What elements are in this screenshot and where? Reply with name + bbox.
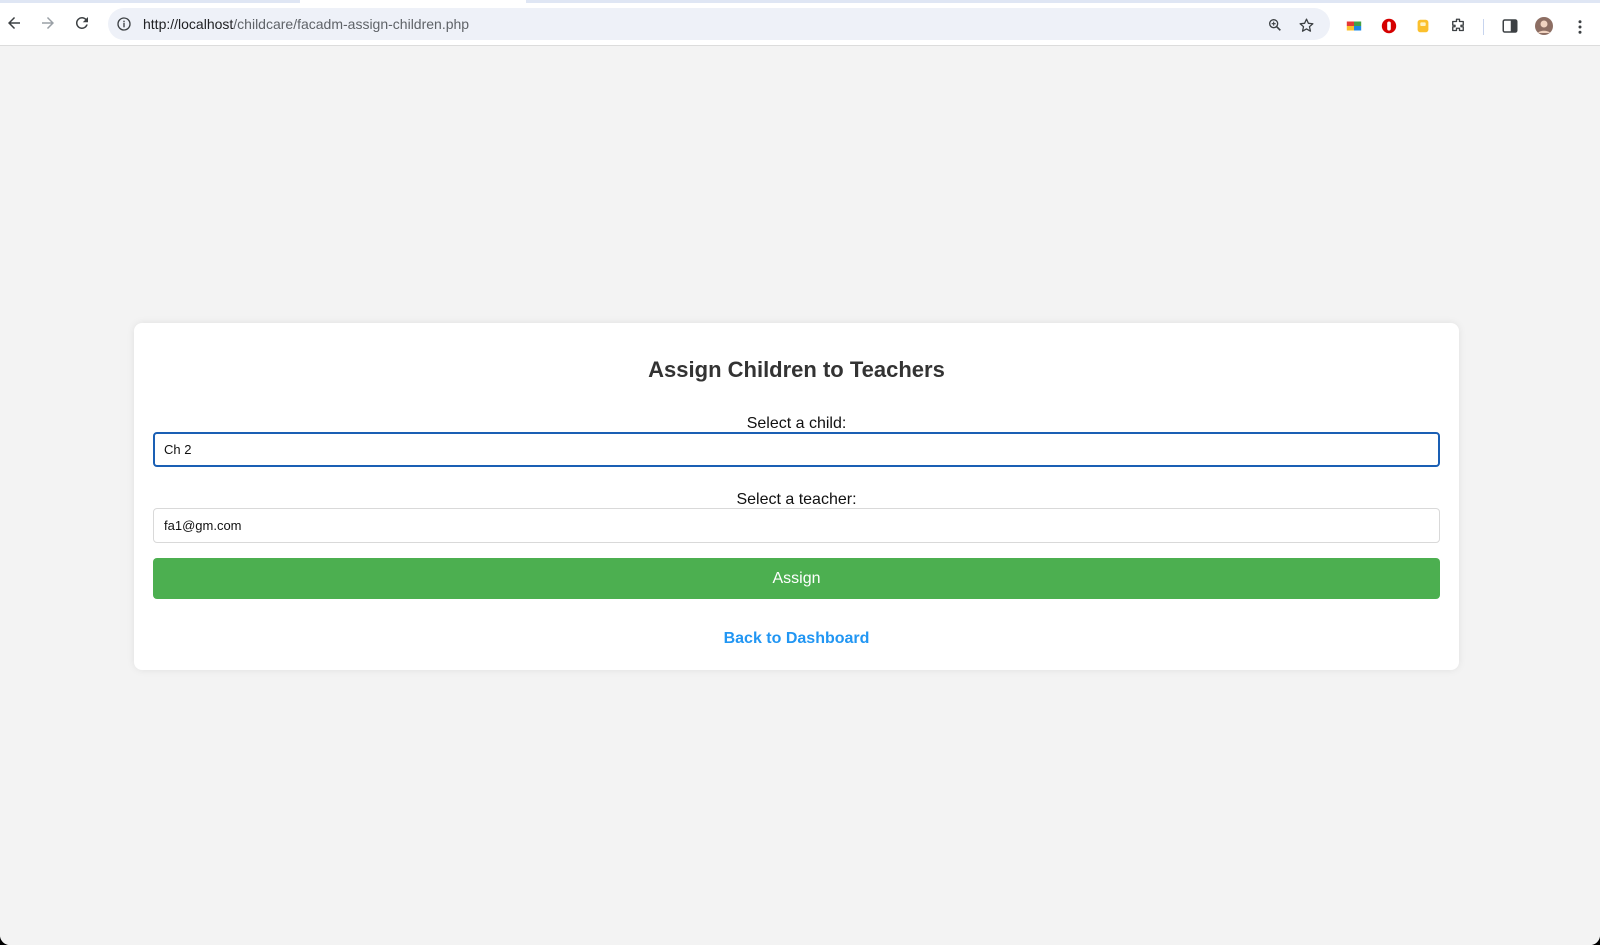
url-host: http://localhost — [143, 16, 234, 32]
reload-icon[interactable] — [68, 9, 96, 37]
menu-dots-icon[interactable] — [1568, 15, 1592, 39]
browser-window: http://localhost/childcare/facadm-assign… — [0, 0, 1600, 945]
teacher-select-label: Select a teacher: — [736, 491, 857, 508]
forward-arrow-icon[interactable] — [34, 9, 62, 37]
extension-color-icon[interactable] — [1344, 16, 1364, 36]
teacher-select[interactable]: fa1@gm.com — [153, 508, 1440, 543]
assign-button[interactable]: Assign — [153, 558, 1440, 599]
child-select-label: Select a child: — [746, 415, 847, 432]
url-path: /childcare/facadm-assign-children.php — [233, 16, 470, 32]
back-to-dashboard-link[interactable]: Back to Dashboard — [134, 630, 1459, 648]
browser-toolbar: http://localhost/childcare/facadm-assign… — [0, 3, 1600, 46]
page-title: Assign Children to Teachers — [648, 357, 945, 382]
child-select[interactable]: Ch 2 — [153, 432, 1440, 467]
back-arrow-icon[interactable] — [0, 9, 28, 37]
address-bar[interactable]: http://localhost/childcare/facadm-assign… — [108, 8, 1330, 40]
zoom-icon[interactable] — [1264, 14, 1286, 36]
assign-form-card: Assign Children to Teachers Select a chi… — [134, 323, 1459, 670]
url-text: http://localhost/childcare/facadm-assign… — [143, 16, 469, 32]
site-info-icon[interactable] — [114, 14, 134, 34]
side-panel-icon[interactable] — [1500, 16, 1520, 36]
profile-avatar[interactable] — [1534, 16, 1554, 36]
extension-red-icon[interactable] — [1379, 16, 1399, 36]
extension-yellow-icon[interactable] — [1413, 16, 1433, 36]
extension-icon[interactable] — [1448, 16, 1468, 36]
page-content: Assign Children to Teachers Select a chi… — [0, 47, 1600, 945]
toolbar-divider — [1483, 19, 1484, 35]
bookmark-star-icon[interactable] — [1295, 14, 1317, 36]
